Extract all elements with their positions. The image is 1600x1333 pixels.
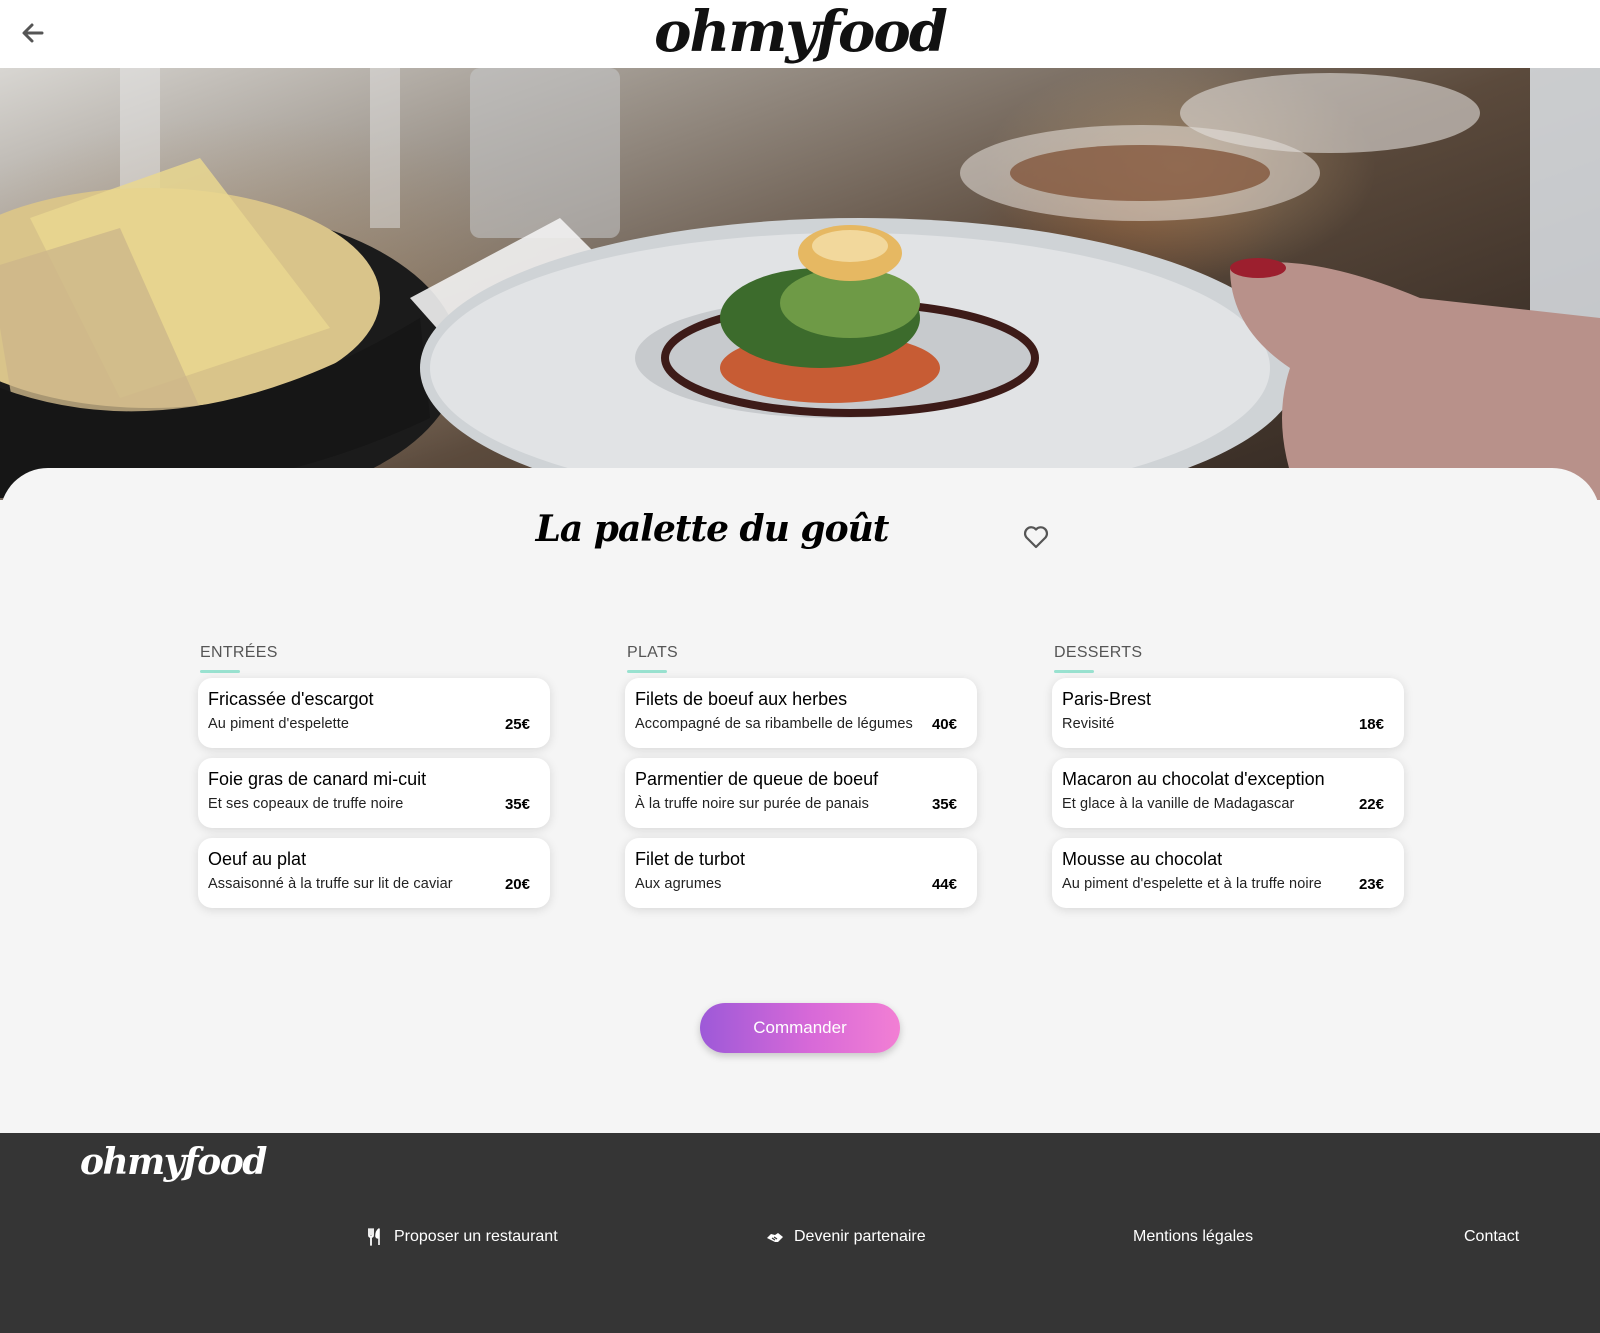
restaurant-page: La palette du goût ENTRÉES Fricassée d'e… (0, 468, 1600, 1133)
menu-item-description: Et glace à la vanille de Madagascar (1062, 796, 1295, 812)
menu-item-name: Filets de boeuf aux herbes (635, 689, 848, 709)
menu-item-price: 44€ (931, 876, 957, 893)
menu-item-description: Accompagné de sa ribambelle de légumes (635, 716, 913, 732)
logo[interactable]: ohmyfood (0, 0, 1600, 64)
menu-item-name: Mousse au chocolat (1062, 849, 1223, 869)
menu-item[interactable]: Foie gras de canard mi-cuit Et ses copea… (198, 758, 550, 828)
menu-item-price: 22€ (1358, 796, 1384, 813)
utensils-icon (368, 1228, 380, 1246)
footer-link-label: Devenir partenaire (794, 1228, 926, 1245)
menu-item-description: Revisité (1062, 716, 1115, 732)
handshake-icon (767, 1233, 783, 1242)
footer-link-contact[interactable]: Contact (1464, 1225, 1519, 1249)
menu-item[interactable]: Oeuf au plat Assaisonné à la truffe sur … (198, 838, 550, 908)
menu-item-price: 18€ (1358, 716, 1384, 733)
menu-item-description: Au piment d'espelette (208, 716, 350, 732)
menu-item-name: Oeuf au plat (208, 849, 307, 869)
footer-logo[interactable]: ohmyfood (80, 1141, 267, 1183)
header: ohmyfood (0, 0, 1600, 68)
menu-column-desserts: DESSERTS Paris-Brest Revisité 18€ Macaro… (1052, 644, 1404, 908)
menu-item[interactable]: Fricassée d'escargot Au piment d'espelet… (198, 678, 550, 748)
menu-item-name: Filet de turbot (635, 849, 746, 869)
menu-item-description: Et ses copeaux de truffe noire (208, 796, 404, 812)
menu-item-description: Assaisonné à la truffe sur lit de caviar (208, 876, 453, 892)
footer-link-label: Contact (1464, 1228, 1520, 1245)
menu-item-description: Aux agrumes (635, 876, 722, 892)
column-underline (627, 670, 667, 673)
column-title: DESSERTS (1054, 644, 1143, 661)
menu-item[interactable]: Macaron au chocolat d'exception Et glace… (1052, 758, 1404, 828)
menu-item-name: Fricassée d'escargot (208, 689, 374, 709)
footer-link-label: Mentions légales (1133, 1228, 1254, 1245)
footer-link-label: Proposer un restaurant (394, 1228, 558, 1245)
column-title: ENTRÉES (200, 644, 278, 661)
footer-link-legal[interactable]: Mentions légales (1133, 1225, 1253, 1249)
restaurant-name: La palette du goût (535, 508, 890, 550)
hero-image (0, 68, 1600, 500)
menu-item-price: 35€ (504, 796, 530, 813)
menu-item[interactable]: Filets de boeuf aux herbes Accompagné de… (625, 678, 977, 748)
menu-item-name: Parmentier de queue de boeuf (635, 769, 879, 789)
menu-item[interactable]: Parmentier de queue de boeuf À la truffe… (625, 758, 977, 828)
footer-link-propose-restaurant[interactable]: Proposer un restaurant (366, 1225, 558, 1249)
menu-item-name: Foie gras de canard mi-cuit (208, 769, 427, 789)
menu-item-name: Macaron au chocolat d'exception (1062, 769, 1325, 789)
column-title: PLATS (627, 644, 678, 661)
menu-column-entrees: ENTRÉES Fricassée d'escargot Au piment d… (198, 644, 550, 908)
menu-item-price: 40€ (931, 716, 957, 733)
menu-item[interactable]: Mousse au chocolat Au piment d'espelette… (1052, 838, 1404, 908)
menu-item-price: 20€ (504, 876, 530, 893)
menu-item-description: À la truffe noire sur purée de panais (635, 796, 869, 812)
heart-outline-icon (1023, 526, 1049, 549)
menu-item[interactable]: Filet de turbot Aux agrumes 44€ (625, 838, 977, 908)
menu-item-description: Au piment d'espelette et à la truffe noi… (1062, 876, 1322, 892)
menu-item[interactable]: Paris-Brest Revisité 18€ (1052, 678, 1404, 748)
footer-link-become-partner[interactable]: Devenir partenaire (766, 1225, 926, 1249)
favorite-button[interactable] (1022, 524, 1050, 550)
column-underline (200, 670, 240, 673)
order-button[interactable]: Commander (700, 1003, 900, 1053)
menu-column-plats: PLATS Filets de boeuf aux herbes Accompa… (625, 644, 977, 908)
column-underline (1054, 670, 1094, 673)
footer: ohmyfood Proposer un restaurant Devenir … (0, 1133, 1600, 1333)
menu-item-price: 23€ (1358, 876, 1384, 893)
menu-item-name: Paris-Brest (1062, 689, 1152, 709)
menu-item-price: 35€ (931, 796, 957, 813)
menu-item-price: 25€ (504, 716, 530, 733)
